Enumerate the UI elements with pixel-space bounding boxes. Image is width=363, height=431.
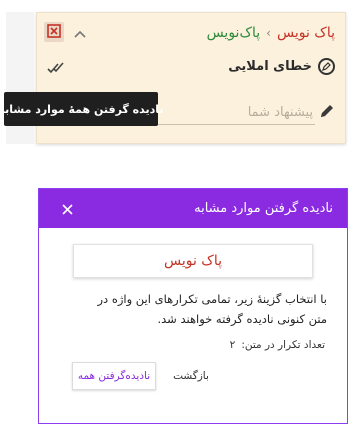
breadcrumb: پاک نویس › پاک‌نویس xyxy=(207,22,335,44)
original-word: پاک نویس xyxy=(276,25,335,41)
ignore-all-button[interactable] xyxy=(44,22,64,42)
chevron-up-icon xyxy=(74,23,86,42)
dialog-description: با انتخاب گزینهٔ زیر، تمامی تکرارهای این… xyxy=(97,292,327,326)
tooltip: نادیده گرفتن همهٔ موارد مشابه xyxy=(0,92,164,126)
suggested-word[interactable]: پاک‌نویس xyxy=(207,25,261,41)
collapse-button[interactable] xyxy=(73,25,87,39)
rule-row: خطای املایی xyxy=(228,55,335,77)
ignore-similar-dialog: نادیده گرفتن موارد مشابه پاک نویس با انت… xyxy=(38,188,348,424)
repeat-count-value: ۲ xyxy=(229,339,236,351)
double-check-icon[interactable] xyxy=(47,59,65,78)
target-word: پاک نویس xyxy=(73,244,313,278)
dialog-title: نادیده گرفتن موارد مشابه xyxy=(194,201,333,216)
ignore-all-confirm-button[interactable]: نادیده‌گرفتن همه xyxy=(72,362,156,390)
back-button[interactable]: بازگشت xyxy=(167,362,215,390)
suggestion-input[interactable]: پیشنهاد شما xyxy=(143,101,315,125)
repeat-count-label: تعداد تکرار در متن: xyxy=(241,339,325,351)
rule-label: خطای املایی xyxy=(228,58,312,74)
close-icon xyxy=(61,200,73,219)
repeat-count-row: تعداد تکرار در متن: ۲ xyxy=(230,337,325,353)
breadcrumb-separator: › xyxy=(266,26,271,40)
ignore-icon xyxy=(47,23,61,42)
pencil-icon xyxy=(319,103,335,123)
check-circle-icon xyxy=(318,57,335,75)
dialog-header: نادیده گرفتن موارد مشابه xyxy=(39,189,347,228)
close-button[interactable] xyxy=(59,201,75,217)
